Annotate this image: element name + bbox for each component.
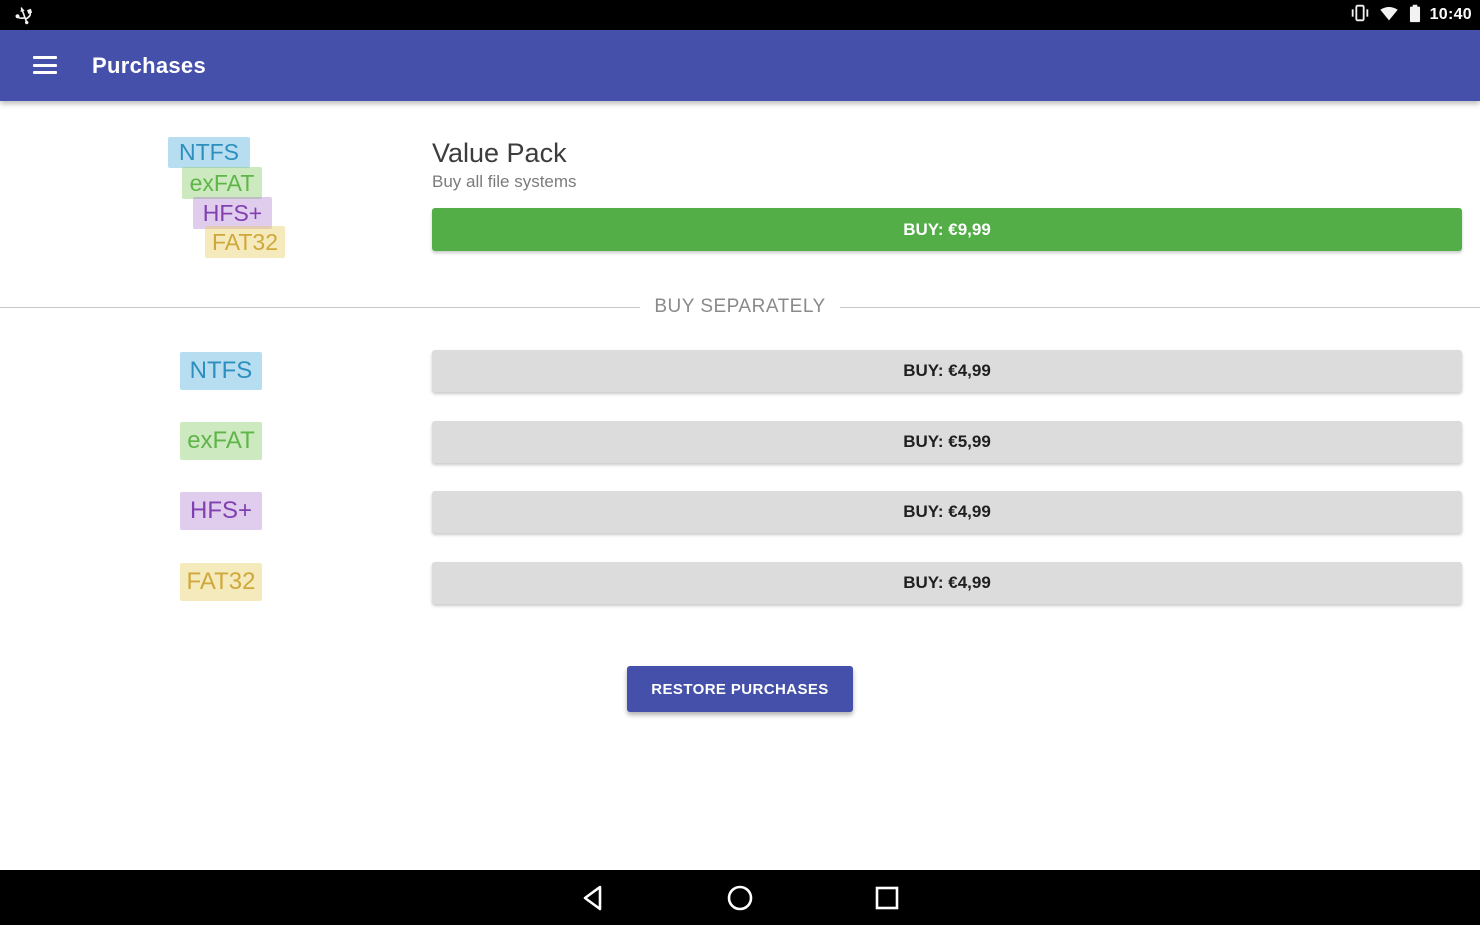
valuepack-subtitle: Buy all file systems [432,172,577,192]
hamburger-menu-icon[interactable] [33,54,57,76]
buy-separately-divider: BUY SEPARATELY [0,290,1480,324]
clock: 10:40 [1430,6,1472,24]
buy-hfs-button[interactable]: BUY: €4,99 [432,491,1462,533]
buy-fat32-button[interactable]: BUY: €4,99 [432,562,1462,604]
divider-line-left [0,307,640,308]
wifi-icon [1378,2,1400,29]
buy-valuepack-button[interactable]: BUY: €9,99 [432,208,1462,251]
valuepack-title: Value Pack [432,138,567,169]
page-title: Purchases [92,30,206,101]
valuepack-badge-fat32: FAT32 [205,226,285,258]
status-bar: 10:40 [0,0,1480,30]
badge-ntfs: NTFS [180,352,262,390]
navigation-bar [0,870,1480,925]
badge-hfs: HFS+ [180,492,262,530]
valuepack-badge-exfat: exFAT [182,167,262,199]
home-icon[interactable] [724,882,756,914]
restore-purchases-button[interactable]: RESTORE PURCHASES [627,666,853,712]
recents-icon[interactable] [871,882,903,914]
buy-separately-label: BUY SEPARATELY [640,296,839,318]
divider-line-right [840,307,1480,308]
app-bar: Purchases [0,30,1480,101]
back-icon[interactable] [577,882,609,914]
purchases-screen: 10:40 Purchases NTFS exFAT HFS+ FAT32 Va… [0,0,1480,925]
buy-exfat-button[interactable]: BUY: €5,99 [432,421,1462,463]
valuepack-badge-hfs: HFS+ [193,197,272,229]
valuepack-badge-ntfs: NTFS [168,137,250,168]
badge-exfat: exFAT [180,422,262,460]
usb-icon [12,3,36,32]
battery-icon [1407,2,1423,29]
vibrate-icon [1349,2,1371,29]
badge-fat32: FAT32 [180,563,262,601]
buy-ntfs-button[interactable]: BUY: €4,99 [432,350,1462,392]
